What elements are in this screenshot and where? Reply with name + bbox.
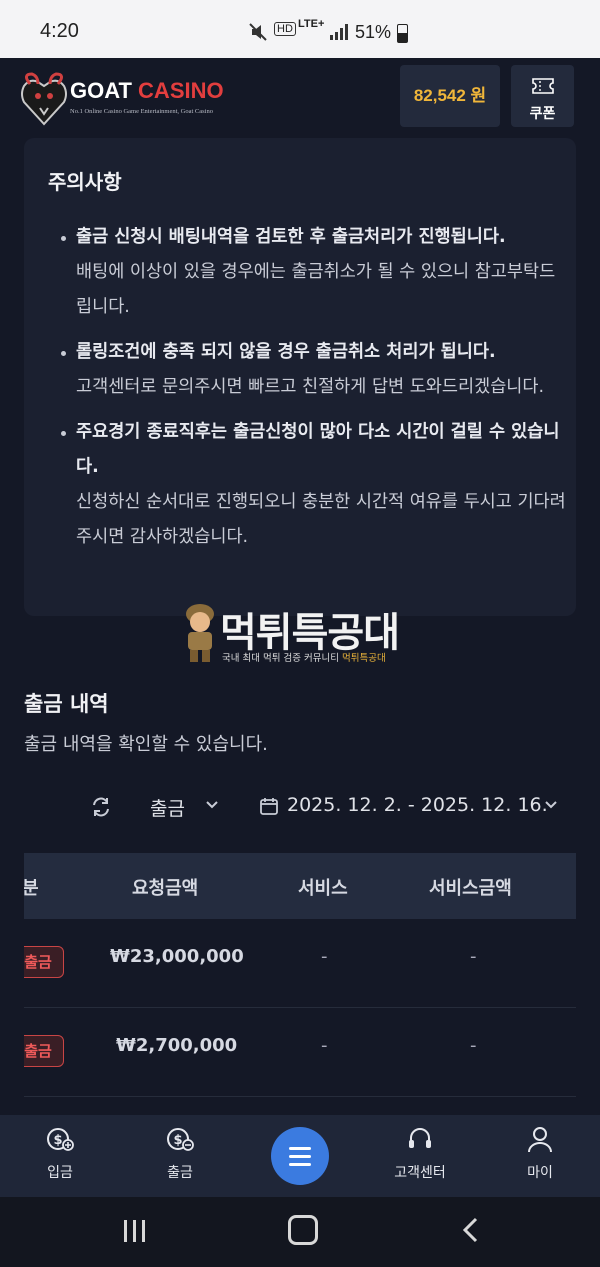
service: - (321, 946, 328, 967)
nav-support-label: 고객센터 (394, 1165, 446, 1181)
column-header: 요청금액 (132, 878, 199, 899)
system-nav-bar (0, 1197, 600, 1267)
signal-icon (330, 24, 348, 40)
history-filters: 출금 2025. 12. 2. - 2025. 12. 16. (0, 786, 600, 830)
table-row[interactable]: 출금 ₩23,000,000 - - (24, 919, 576, 1008)
bottom-nav: $ 입금 $ 출금 고객센터 마이 (0, 1115, 600, 1197)
battery-percent: 51% (355, 22, 392, 42)
request-amount: ₩2,700,000 (116, 1035, 238, 1056)
menu-button[interactable] (271, 1127, 329, 1185)
headset-icon (409, 1128, 431, 1148)
notice-item: 출금 신청시 배팅내역을 검토한 후 출금처리가 진행됩니다. 배팅에 이상이 있… (61, 220, 566, 325)
service-amount: - (470, 946, 477, 967)
app-header: GOAT CASINO No.1 Online Casino Game Ente… (0, 58, 600, 136)
service-amount: - (470, 1035, 477, 1056)
mute-icon (249, 23, 267, 41)
deposit-icon: $ (47, 1128, 74, 1151)
service: - (321, 1035, 328, 1056)
goat-head-icon (21, 72, 67, 126)
recents-icon[interactable] (122, 1219, 148, 1243)
status-badge: 출금 (24, 946, 64, 978)
chevron-down-icon[interactable] (544, 800, 558, 810)
nav-support[interactable]: 고객센터 (380, 1115, 460, 1197)
notice-card: 주의사항 출금 신청시 배팅내역을 검토한 후 출금처리가 진행됩니다. 배팅에 … (24, 138, 576, 616)
brand-name: GOAT CASINO (70, 78, 224, 103)
notice-item: 롤링조건에 충족 되지 않을 경우 출금취소 처리가 됩니다. 고객센터로 문의주… (61, 335, 566, 405)
nav-withdraw-label: 출금 (167, 1165, 193, 1181)
nav-my-label: 마이 (527, 1165, 553, 1181)
type-select[interactable]: 출금 (150, 794, 185, 821)
balance-display[interactable]: 82,542 원 (400, 65, 500, 127)
menu-icon (289, 1147, 311, 1150)
home-icon[interactable] (288, 1215, 318, 1245)
table-row[interactable]: 출금 ₩2,700,000 - - (24, 1008, 576, 1097)
lte-indicator: LTE+ (298, 18, 325, 30)
table-header: 분 요청금액 서비스 서비스금액 (24, 853, 576, 919)
notice-item: 주요경기 종료직후는 출금신청이 많아 다소 시간이 걸릴 수 있습니다. 신청하… (61, 415, 566, 555)
hd-badge: HD (274, 22, 296, 36)
nav-my[interactable]: 마이 (500, 1115, 580, 1197)
ticket-icon (532, 78, 554, 94)
nav-withdraw[interactable]: $ 출금 (140, 1115, 220, 1197)
withdrawal-table: 분 요청금액 서비스 서비스금액 출금 ₩23,000,000 - - 출금 ₩… (24, 853, 576, 1097)
chevron-down-icon[interactable] (205, 800, 219, 810)
history-title: 출금 내역 (24, 692, 109, 716)
status-badge: 출금 (24, 1035, 64, 1067)
history-subtitle: 출금 내역을 확인할 수 있습니다. (24, 734, 268, 755)
nav-deposit-label: 입금 (47, 1165, 73, 1181)
svg-text:$: $ (173, 1133, 182, 1148)
back-icon[interactable] (462, 1217, 480, 1243)
soldier-mascot-icon (186, 604, 214, 662)
watermark-logo: 먹튀특공대 국내 최대 먹튀 검증 커뮤니티 먹튀특공대 (182, 600, 422, 670)
notice-title: 주의사항 (48, 170, 122, 194)
status-bar: 4:20 HD LTE+ 51% (0, 0, 600, 58)
date-range-picker[interactable]: 2025. 12. 2. - 2025. 12. 16. (287, 794, 548, 816)
withdraw-icon: $ (167, 1128, 194, 1151)
svg-text:$: $ (53, 1133, 62, 1148)
calendar-icon[interactable] (259, 796, 279, 816)
watermark-subtitle: 국내 최대 먹튀 검증 커뮤니티 먹튀특공대 (222, 653, 386, 664)
battery-icon (397, 24, 408, 43)
request-amount: ₩23,000,000 (110, 946, 244, 967)
refresh-icon[interactable] (90, 796, 112, 818)
user-icon (528, 1127, 552, 1153)
notice-list: 출금 신청시 배팅내역을 검토한 후 출금처리가 진행됩니다. 배팅에 이상이 있… (61, 220, 566, 565)
coupon-label: 쿠폰 (529, 106, 556, 122)
status-time: 4:20 (40, 20, 79, 42)
column-header: 서비스금액 (429, 878, 512, 899)
goat-casino-logo[interactable]: GOAT CASINO No.1 Online Casino Game Ente… (20, 68, 230, 126)
brand-tagline: No.1 Online Casino Game Entertainment, G… (70, 108, 213, 115)
nav-deposit[interactable]: $ 입금 (20, 1115, 100, 1197)
column-header: 분 (24, 878, 39, 899)
coupon-button[interactable]: 쿠폰 (511, 65, 574, 127)
column-header: 서비스 (298, 878, 348, 899)
